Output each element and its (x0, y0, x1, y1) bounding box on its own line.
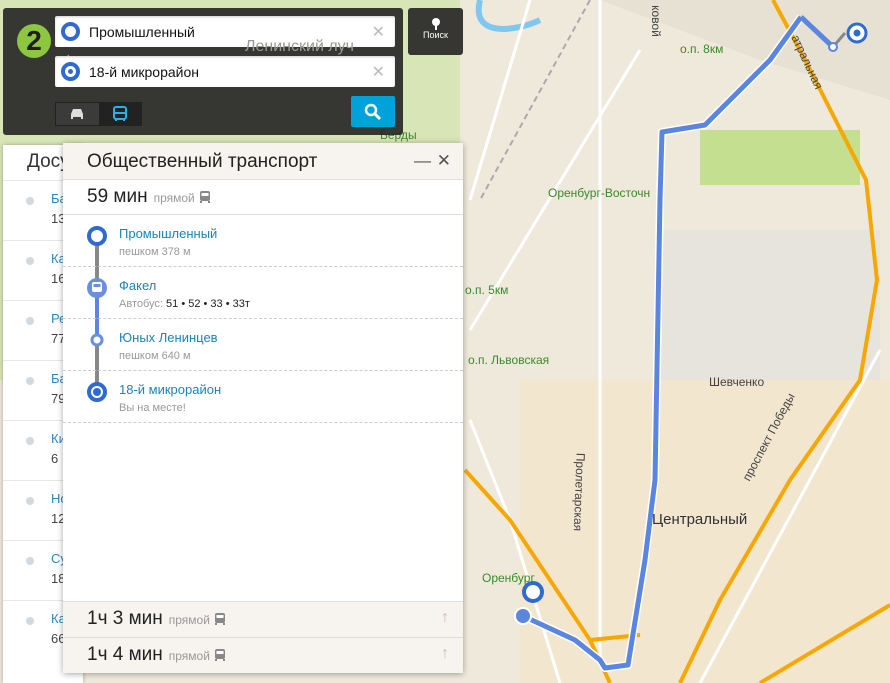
minimize-button[interactable]: — (414, 151, 431, 171)
route-step[interactable]: Факел Автобус: 51 • 52 • 33 • 33т (63, 267, 463, 319)
map-label: ковой (648, 5, 663, 37)
clear-to-icon[interactable]: ✕ (372, 62, 385, 82)
route-time: 59 мин (87, 186, 148, 207)
start-marker-icon (522, 581, 544, 603)
bus-stop-icon (87, 278, 107, 298)
bus-routes: 51 • 52 • 33 • 33т (166, 298, 250, 310)
map-label: о.п. 5км (465, 283, 509, 297)
bullet-icon (26, 257, 34, 265)
bullet-icon (26, 617, 34, 625)
route-kind: прямой (168, 649, 210, 663)
route-search-panel: 2 ✕ ↕ ✕ (3, 8, 403, 135)
close-button[interactable]: ✕ (437, 151, 451, 171)
map-label: о.п. 8км (680, 42, 724, 56)
step-sub: Вы на месте! (119, 402, 186, 414)
step-sub: пешком 640 м (119, 350, 191, 362)
map-label: Центральный (652, 511, 748, 528)
transfer-stop-icon (90, 333, 104, 347)
transport-mode-toggle (55, 102, 142, 126)
poisk-button[interactable]: Поиск (408, 8, 463, 55)
item-sub: 6 (51, 451, 59, 466)
bus-icon (214, 613, 225, 625)
search-button[interactable] (351, 96, 395, 127)
bus-icon (214, 649, 225, 661)
car-mode-button[interactable] (56, 103, 99, 125)
step-sub-label: Автобус: (119, 298, 163, 310)
map-label: Оренбург-Восточн (548, 186, 651, 200)
step-title: 18-й микрорайон (119, 382, 222, 397)
step-title: Факел (119, 278, 157, 293)
bus-icon (112, 106, 127, 121)
bullet-icon (26, 437, 34, 445)
to-input[interactable] (89, 56, 359, 87)
bus-mode-button[interactable] (98, 103, 141, 125)
step-sub: пешком 378 м (119, 246, 191, 258)
step-title: Юных Ленинцев (119, 330, 218, 345)
transport-panel: Общественный транспорт — ✕ 59 мин прямой … (63, 143, 463, 673)
car-icon (71, 109, 84, 119)
route-kind: прямой (153, 191, 195, 205)
alternative-route[interactable]: 1ч 3 мин прямой ↑ (63, 601, 463, 637)
route-step[interactable]: 18-й микрорайон Вы на месте! (63, 371, 463, 423)
route-step[interactable]: Промышленный пешком 378 м (63, 215, 463, 267)
poisk-label: Поиск (423, 30, 448, 40)
alternative-route[interactable]: 1ч 4 мин прямой ↑ (63, 637, 463, 673)
clear-from-icon[interactable]: ✕ (372, 22, 385, 42)
bullet-icon (26, 377, 34, 385)
map-label: о.п. Львовская (468, 353, 550, 367)
logo: 2 (17, 24, 51, 58)
expand-up-icon[interactable]: ↑ (441, 609, 449, 627)
bullet-icon (26, 317, 34, 325)
best-route-summary[interactable]: 59 мин прямой (63, 180, 463, 215)
end-point-icon (61, 62, 80, 81)
route-time: 1ч 3 мин (87, 608, 163, 629)
bus-icon (199, 191, 210, 203)
start-point-icon (61, 22, 80, 41)
bullet-icon (26, 197, 34, 205)
route-time: 1ч 4 мин (87, 644, 163, 665)
panel-title: Общественный транспорт (87, 151, 318, 172)
map-label: Шевченко (709, 375, 765, 389)
bullet-icon (26, 557, 34, 565)
map-label: Ленинский луч (245, 38, 354, 55)
route-kind: прямой (168, 613, 210, 627)
expand-up-icon[interactable]: ↑ (441, 645, 449, 663)
bus-stop-icon (514, 607, 532, 625)
pin-icon (431, 18, 440, 30)
search-icon (364, 103, 382, 120)
bullet-icon (26, 497, 34, 505)
map-label: Оренбург (482, 571, 535, 585)
map-label: Пролетарская (570, 452, 588, 532)
route-step[interactable]: Юных Ленинцев пешком 640 м (63, 319, 463, 371)
end-point-icon (87, 382, 107, 402)
to-field: ✕ (55, 56, 395, 87)
start-point-icon (87, 226, 107, 246)
step-title: Промышленный (119, 226, 218, 241)
